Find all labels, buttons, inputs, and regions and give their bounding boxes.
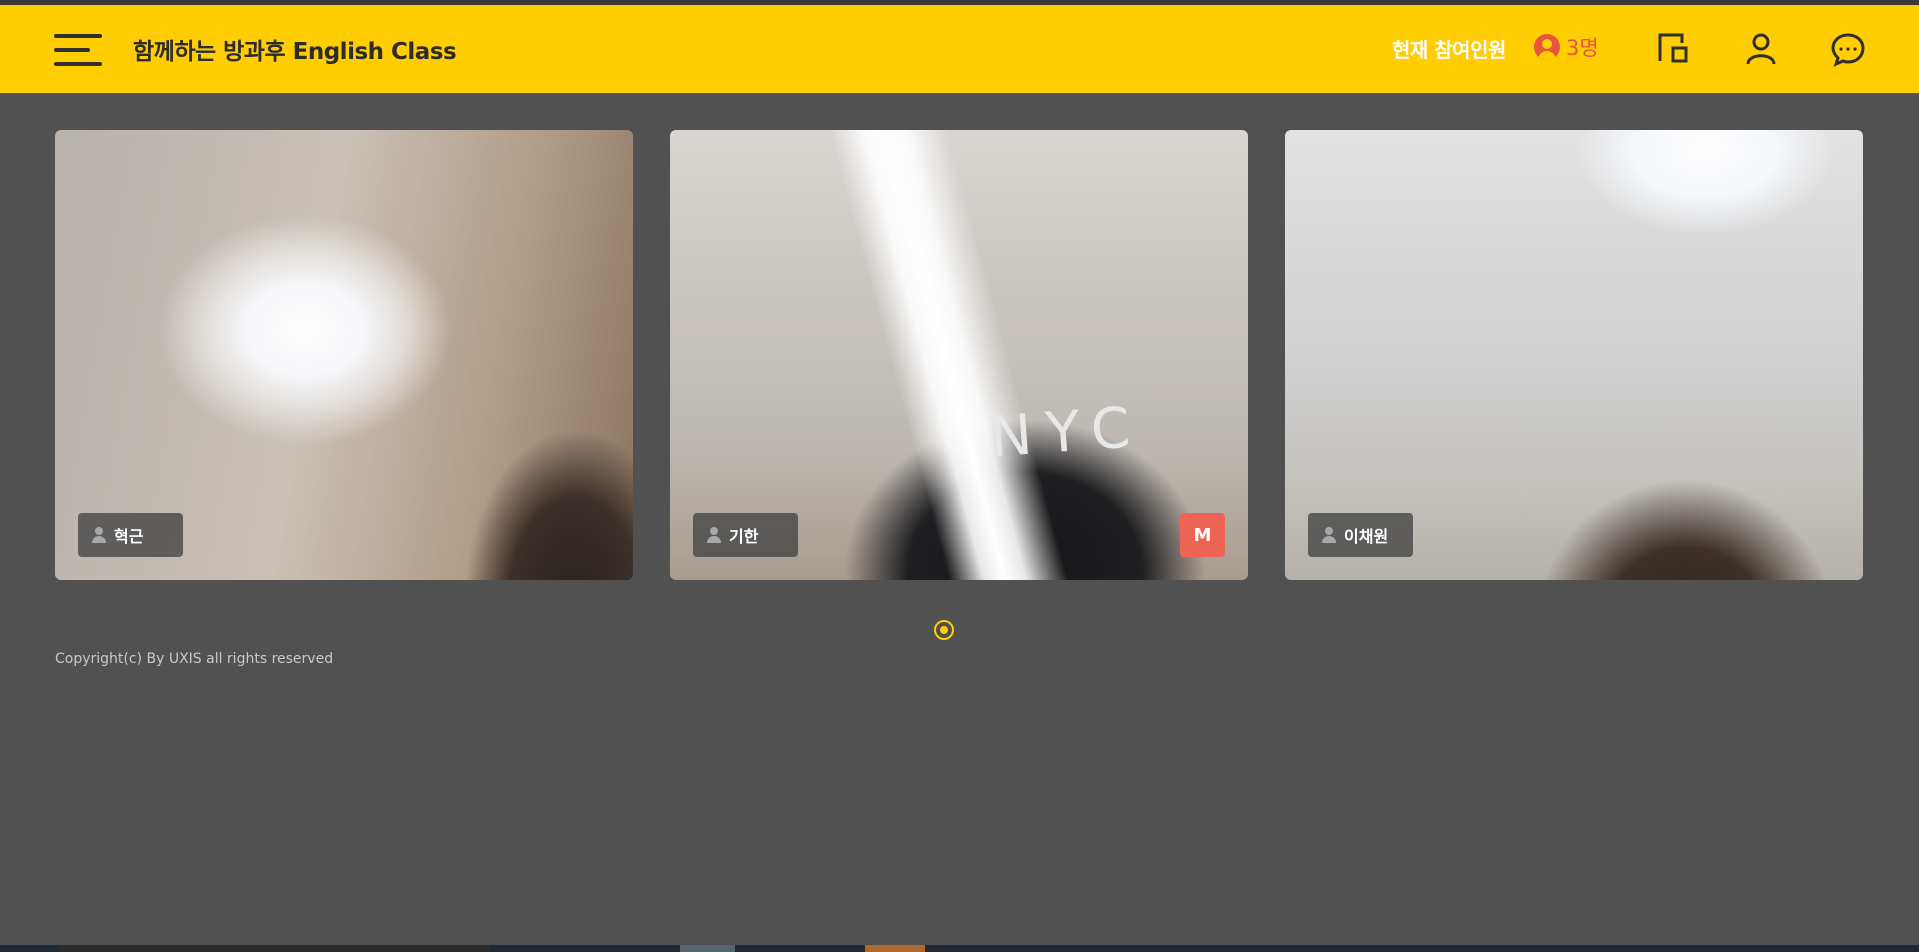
screen-share-icon[interactable] xyxy=(1656,31,1692,67)
participant-name-tag: 기한 xyxy=(693,513,798,557)
copyright-text: Copyright(c) By UXIS all rights reserved xyxy=(55,651,334,667)
hamburger-menu-icon[interactable] xyxy=(54,32,102,68)
taskbar-strip xyxy=(0,945,1919,952)
person-icon xyxy=(92,527,106,543)
video-tile[interactable]: NYC 기한 M xyxy=(670,130,1248,580)
pagination-dot-active[interactable] xyxy=(934,620,954,640)
video-tile[interactable]: 혁근 xyxy=(55,130,633,580)
participant-name-tag: 혁근 xyxy=(78,513,183,557)
participants-count-text: 3명 xyxy=(1566,36,1599,60)
participant-name-tag: 이채원 xyxy=(1308,513,1413,557)
mute-badge[interactable]: M xyxy=(1180,513,1225,557)
cap-logo-text: NYC xyxy=(987,394,1147,471)
video-tile[interactable]: 이채원 xyxy=(1285,130,1863,580)
participants-count[interactable]: 3명 xyxy=(1534,32,1599,62)
person-icon xyxy=(1322,527,1336,543)
participants-label: 현재 참여인원 xyxy=(1392,38,1506,62)
class-title: 함께하는 방과후 English Class xyxy=(133,39,457,65)
participant-name: 기한 xyxy=(729,527,759,546)
participant-name: 이채원 xyxy=(1344,527,1389,546)
participant-user-icon xyxy=(1534,34,1560,60)
chat-icon[interactable] xyxy=(1830,31,1866,67)
person-icon xyxy=(707,527,721,543)
participant-name: 혁근 xyxy=(114,527,144,546)
user-icon[interactable] xyxy=(1743,31,1779,67)
header-bar: 함께하는 방과후 English Class 현재 참여인원 3명 xyxy=(0,5,1919,93)
